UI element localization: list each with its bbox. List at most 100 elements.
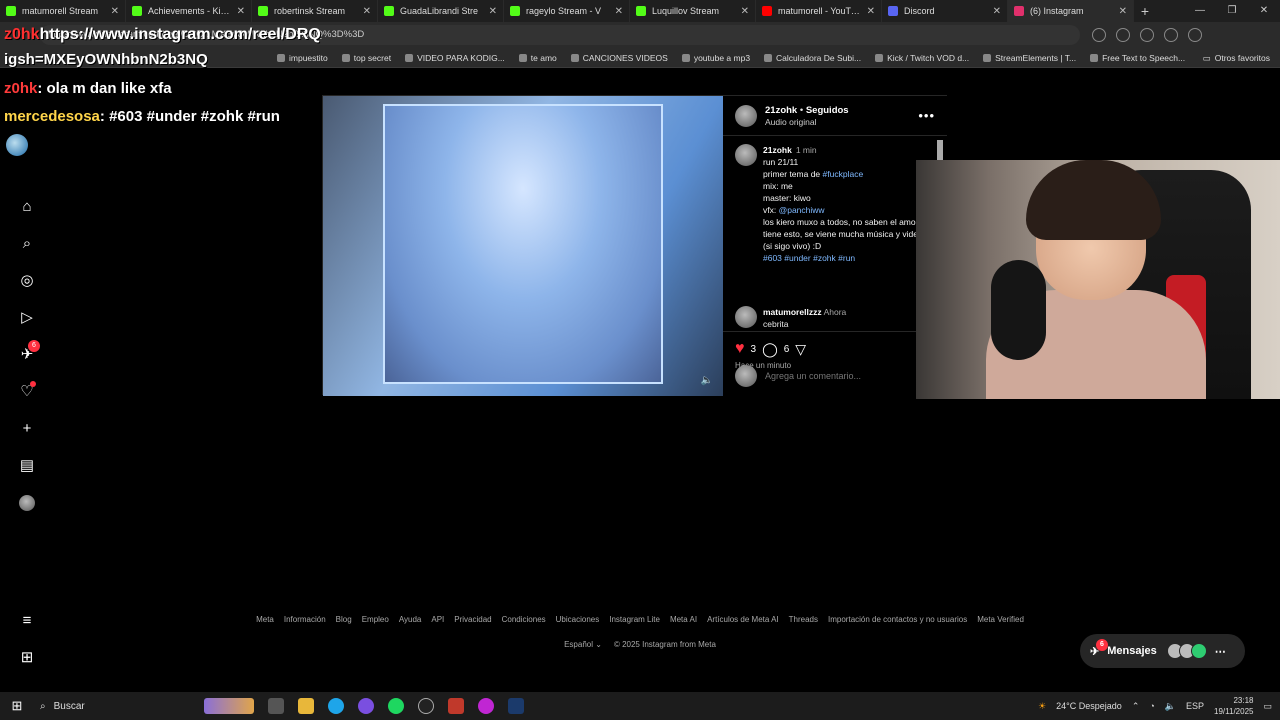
bookmark-item[interactable]: te amo [512, 53, 564, 63]
bookmark-item[interactable]: CANCIONES VIDEOS [564, 53, 675, 63]
footer-link[interactable]: Blog [336, 615, 352, 624]
messages-icon[interactable]: ✈ 6 [18, 340, 40, 364]
footer-link[interactable]: Threads [789, 615, 818, 624]
browser-tab[interactable]: matumorell - YouTube ✕ [756, 0, 882, 22]
browser-tab[interactable]: GuadaLibrandi Stre ✕ [378, 0, 504, 22]
comment-username[interactable]: matumorellzzz [763, 307, 822, 317]
browser-tab[interactable]: Discord ✕ [882, 0, 1008, 22]
bookmark-item[interactable]: youtube a mp3 [675, 53, 757, 63]
bookmark-item[interactable]: StreamElements | T... [976, 53, 1083, 63]
reel-video[interactable]: 🔈 [323, 96, 723, 396]
reader-icon[interactable] [1092, 28, 1106, 42]
browser-tab[interactable]: matumorell Stream ✕ [0, 0, 126, 22]
tab-close-icon[interactable]: ✕ [237, 6, 245, 17]
footer-link[interactable]: Meta Verified [977, 615, 1024, 624]
new-tab-button[interactable]: + [1134, 3, 1156, 19]
browser-tab[interactable]: Achievements - Kick Da ✕ [126, 0, 252, 22]
bookmark-item[interactable]: Free Text to Speech... [1083, 53, 1192, 63]
tray-chevron-icon[interactable]: ⌃ [1132, 701, 1140, 712]
also-from-meta-icon[interactable]: ⊞ [18, 649, 36, 667]
messages-button[interactable]: ✈ 6 Mensajes ⋯ [1080, 634, 1245, 668]
footer-link[interactable]: Ubicaciones [556, 615, 600, 624]
bookmark-item[interactable]: VIDEO PARA KODIG... [398, 53, 512, 63]
following-label[interactable]: Seguidos [806, 105, 849, 116]
tab-close-icon[interactable]: ✕ [489, 6, 497, 17]
file-explorer-icon[interactable] [298, 698, 314, 714]
bookmark-item[interactable]: Kick / Twitch VOD d... [868, 53, 976, 63]
browser-tab[interactable]: rageylo Stream - V ✕ [504, 0, 630, 22]
wifi-icon[interactable]: ◔ [1149, 701, 1154, 711]
notifications-icon[interactable]: ▭ [1263, 701, 1272, 712]
app-icon-purple[interactable] [478, 698, 494, 714]
explore-icon[interactable]: ◎ [18, 272, 36, 290]
footer-link[interactable]: Empleo [362, 615, 389, 624]
menu-icon[interactable] [1188, 28, 1202, 42]
weather-icon[interactable]: ☀ [1038, 701, 1046, 712]
footer-link[interactable]: Información [284, 615, 326, 624]
weather-text[interactable]: 24°C Despejado [1056, 701, 1122, 711]
tab-close-icon[interactable]: ✕ [867, 6, 875, 17]
other-bookmarks[interactable]: ▭ Otros favoritos [1203, 48, 1270, 68]
notifications-icon[interactable]: ♡ [18, 381, 36, 401]
footer-link[interactable]: Meta AI [670, 615, 697, 624]
footer-link[interactable]: Meta [256, 615, 274, 624]
browser-tab[interactable]: robertinsk Stream ✕ [252, 0, 378, 22]
author-username[interactable]: 21zohk [765, 105, 797, 116]
favorite-star-icon[interactable] [1116, 28, 1130, 42]
audio-label[interactable]: Audio original [765, 117, 849, 127]
footer-link[interactable]: Importación de contactos y no usuarios [828, 615, 967, 624]
taskbar-search[interactable]: ⌕ Buscar [34, 701, 164, 712]
audio-icon[interactable]: 🔈 [701, 375, 713, 386]
footer-link[interactable]: Privacidad [454, 615, 491, 624]
comment-input[interactable] [765, 371, 925, 381]
more-options-icon[interactable]: ••• [918, 108, 935, 123]
browser-tab[interactable]: (6) Instagram ✕ [1008, 0, 1134, 22]
comment-icon[interactable]: ◯ [762, 342, 778, 356]
spotify-icon[interactable] [388, 698, 404, 714]
caption-avatar[interactable] [735, 144, 757, 166]
bookmark-item[interactable]: impuestito [270, 53, 335, 63]
refresh-icon[interactable] [1140, 28, 1154, 42]
tab-close-icon[interactable]: ✕ [1119, 6, 1127, 17]
task-view-icon[interactable] [268, 698, 284, 714]
close-window-button[interactable]: ✕ [1248, 0, 1280, 22]
footer-link[interactable]: Ayuda [399, 615, 422, 624]
dashboard-icon[interactable]: ▤ [18, 457, 36, 475]
footer-link[interactable]: API [431, 615, 444, 624]
mention-link[interactable]: @panchiww [779, 205, 825, 215]
hashtag-link[interactable]: #fuckplace [823, 169, 864, 179]
tab-close-icon[interactable]: ✕ [993, 6, 1001, 17]
news-widget-icon[interactable] [204, 698, 254, 714]
bookmark-item[interactable]: top secret [335, 53, 398, 63]
app-icon[interactable] [358, 698, 374, 714]
steam-icon[interactable] [508, 698, 524, 714]
app-icon-red[interactable] [448, 698, 464, 714]
footer-link[interactable]: Artículos de Meta AI [707, 615, 779, 624]
language-indicator[interactable]: ESP [1186, 701, 1204, 711]
author-avatar[interactable] [735, 104, 757, 127]
caption-username[interactable]: 21zohk [763, 145, 792, 155]
search-icon[interactable]: ⌕ [18, 235, 36, 253]
volume-icon[interactable]: 🔈 [1165, 701, 1176, 712]
hashtags[interactable]: #603 #under #zohk #run [763, 252, 935, 264]
tab-close-icon[interactable]: ✕ [363, 6, 371, 17]
profile-icon[interactable] [1164, 28, 1178, 42]
footer-link[interactable]: Condiciones [502, 615, 546, 624]
maximize-button[interactable]: ❐ [1216, 0, 1248, 22]
comment-avatar[interactable] [735, 306, 757, 328]
profile-avatar[interactable] [18, 494, 36, 512]
browser-tab[interactable]: Luquillov Stream ✕ [630, 0, 756, 22]
obs-icon[interactable] [418, 698, 434, 714]
bookmark-item[interactable]: Calculadora De Subi... [757, 53, 868, 63]
start-icon[interactable]: ⊞ [0, 698, 34, 714]
reels-icon[interactable]: ▷ [18, 309, 36, 327]
tab-close-icon[interactable]: ✕ [741, 6, 749, 17]
clock[interactable]: 23:18 19/11/2025 [1214, 695, 1253, 717]
create-icon[interactable]: + [18, 420, 36, 438]
edge-icon[interactable] [328, 698, 344, 714]
share-icon[interactable]: ▽ [795, 342, 806, 356]
language-select[interactable]: Español ⌄ [564, 640, 602, 649]
tab-close-icon[interactable]: ✕ [111, 6, 119, 17]
tab-close-icon[interactable]: ✕ [615, 6, 623, 17]
minimize-button[interactable]: — [1184, 0, 1216, 22]
